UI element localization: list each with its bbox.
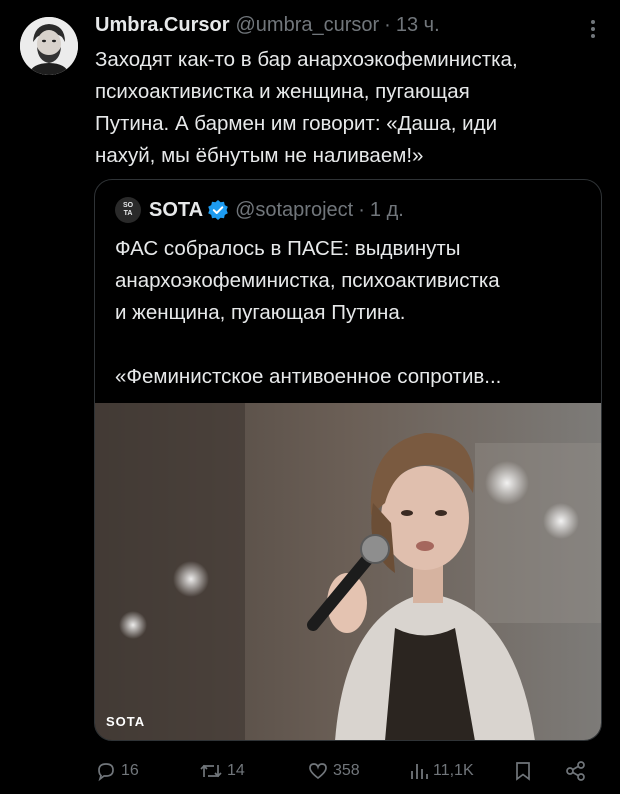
reply-icon (98, 763, 114, 782)
quoted-author-name[interactable]: SOTA (149, 199, 203, 222)
share-button[interactable] (565, 757, 591, 785)
repost-button[interactable]: 14 (199, 757, 245, 785)
sota-logo-avatar[interactable]: SO TA (115, 197, 141, 223)
quoted-tweet-text: ФАС собралось в ПАСЕ: выдвинуты анархоэк… (115, 237, 502, 388)
author-name[interactable]: Umbra.Cursor (95, 14, 229, 37)
more-options-icon[interactable] (588, 17, 598, 41)
views-count: 11,1K (433, 762, 474, 779)
quoted-tweet-time[interactable]: 1 д. (370, 199, 404, 222)
tweet-actions: 16 14 358 11,1K (95, 757, 600, 785)
reply-count: 16 (121, 762, 139, 779)
bookmark-button[interactable] (513, 757, 537, 785)
tweet-header: Umbra.Cursor @umbra_cursor · 13 ч. (95, 14, 595, 40)
repost-count: 14 (227, 762, 245, 779)
share-icon (566, 761, 585, 781)
quoted-tweet[interactable]: SO TA SOTA @sotaproject · 1 д. ФАС собра… (94, 179, 602, 741)
verified-badge-icon (208, 200, 228, 220)
tweet-text: Заходят как-то в бар анархоэкофеминистка… (95, 48, 518, 167)
repost-icon (200, 764, 222, 778)
tweet[interactable]: Umbra.Cursor @umbra_cursor · 13 ч. Заход… (0, 0, 620, 794)
quoted-separator-dot: · (358, 198, 365, 221)
logo-line-1: SO (122, 202, 134, 209)
author-handle[interactable]: @umbra_cursor (235, 14, 379, 37)
heart-icon (309, 763, 327, 780)
quoted-author-handle[interactable]: @sotaproject (235, 199, 353, 222)
photo-watermark: SOTA (106, 714, 146, 729)
like-count: 358 (333, 762, 360, 779)
views-icon (411, 764, 428, 779)
author-avatar[interactable] (20, 17, 78, 75)
tweet-time[interactable]: 13 ч. (396, 14, 440, 37)
bookmark-icon (516, 762, 530, 781)
quoted-tweet-photo[interactable]: SOTA (95, 403, 601, 740)
like-button[interactable]: 358 (307, 757, 360, 785)
reply-button[interactable]: 16 (95, 757, 139, 785)
logo-line-2: TA (123, 210, 133, 217)
views-button[interactable]: 11,1K (409, 757, 474, 785)
separator-dot: · (384, 14, 391, 36)
quoted-tweet-header: SO TA SOTA @sotaproject · 1 д. (115, 196, 404, 224)
